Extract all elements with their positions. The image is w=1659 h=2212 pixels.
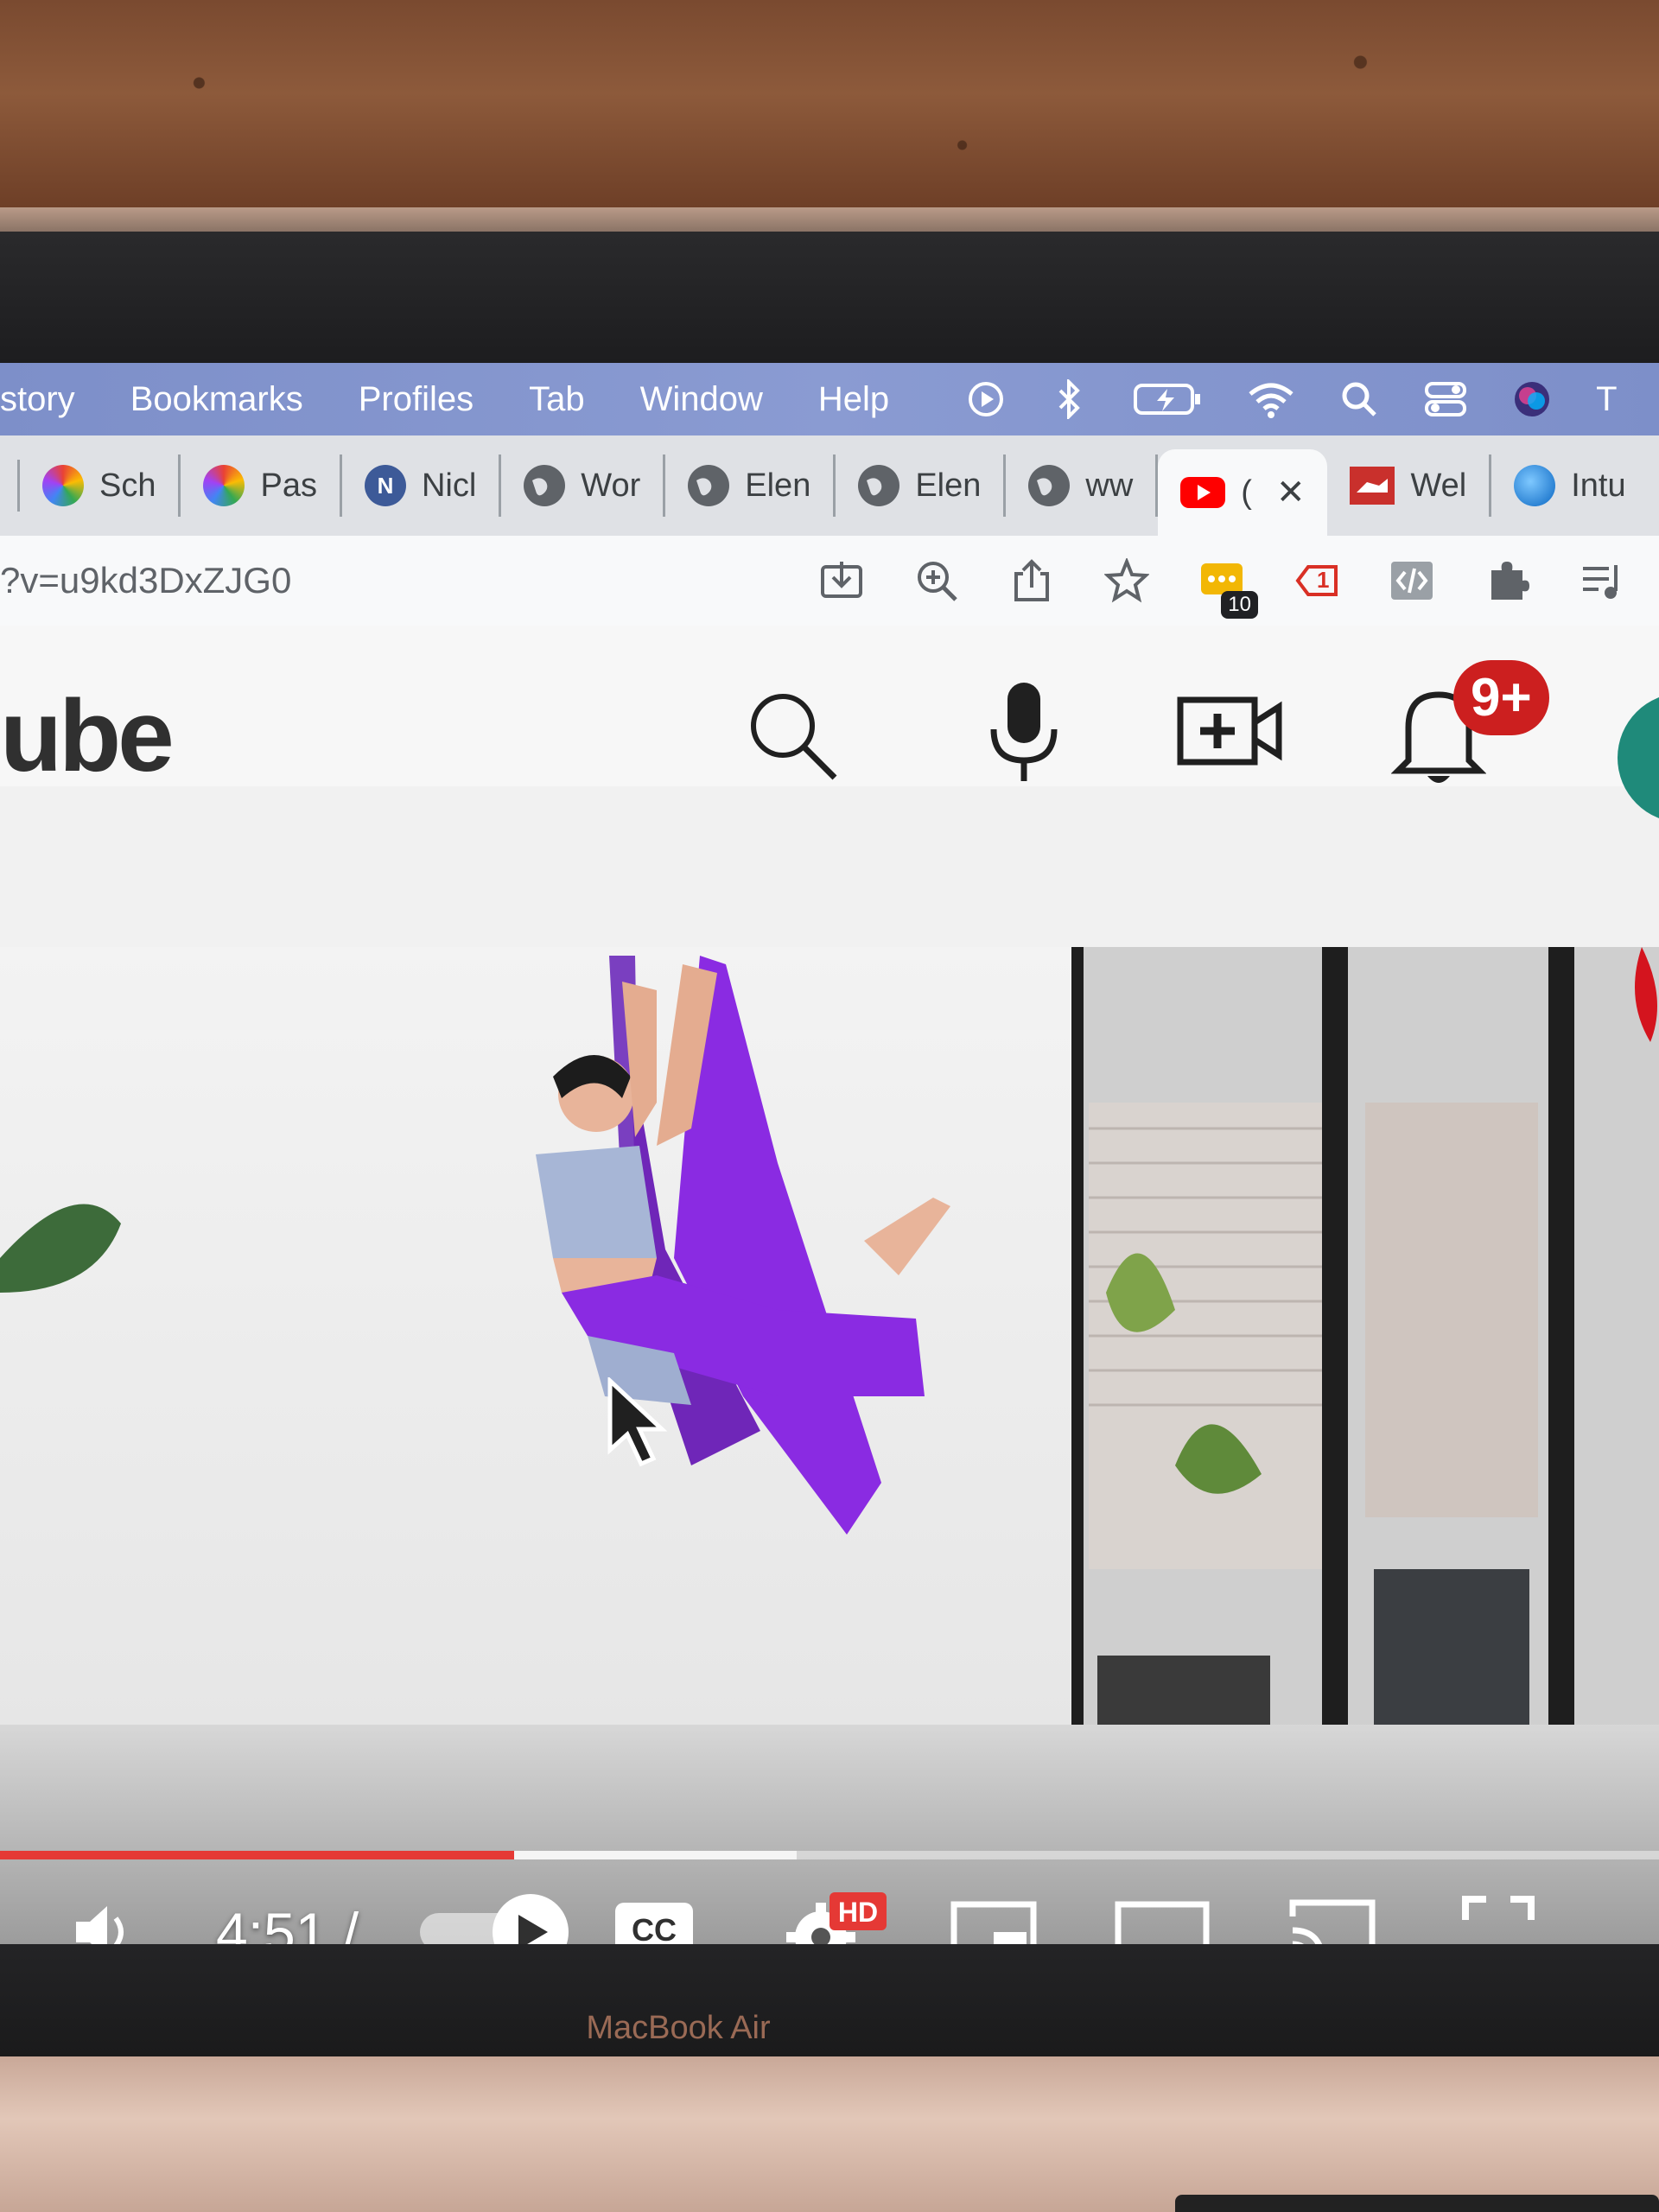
device-label: MacBook Air <box>586 2010 771 2046</box>
youtube-logo[interactable]: ube <box>0 677 175 795</box>
tab-wor[interactable]: Wor <box>501 454 666 517</box>
tab-elen-2[interactable]: Elen <box>836 454 1007 517</box>
bookmark-star-icon[interactable] <box>1104 558 1149 603</box>
aerial-yoga-performer <box>536 956 950 1535</box>
colorful-flower-icon <box>203 465 245 506</box>
extension-badge: 10 <box>1221 591 1258 619</box>
play-circle-icon[interactable] <box>967 380 1005 418</box>
tab-elen-1[interactable]: Elen <box>665 454 836 517</box>
laptop-screen: story Bookmarks Profiles Tab Window Help <box>0 363 1659 1944</box>
toolbar-icons: 10 1 <box>819 558 1659 619</box>
fullscreen-icon[interactable] <box>1460 1894 1536 1944</box>
captions-button[interactable]: CC <box>613 1901 695 1944</box>
globe-icon <box>858 465 900 506</box>
browser-tab-strip: Sch Pas N Nicl Wor Elen Elen ww (✕ Wel … <box>0 435 1659 536</box>
tab-youtube-active[interactable]: ( ✕ <box>1158 449 1328 536</box>
tab-close-icon[interactable]: ✕ <box>1276 473 1306 512</box>
menu-items: story Bookmarks Profiles Tab Window Help <box>0 380 889 419</box>
mouse-cursor-icon <box>607 1377 668 1467</box>
battery-charging-icon[interactable] <box>1133 380 1202 418</box>
n-logo-icon: N <box>364 465 406 506</box>
tab-intu[interactable]: Intu <box>1491 454 1648 517</box>
wooden-desk-background <box>0 0 1659 207</box>
globe-icon <box>1028 465 1071 506</box>
current-time: 4:51 / <box>216 1901 359 1944</box>
siri-icon[interactable] <box>1513 380 1551 418</box>
extension-chat-icon[interactable]: 10 <box>1199 558 1258 619</box>
globe-icon <box>524 465 566 506</box>
tab-nick[interactable]: N Nicl <box>342 454 502 517</box>
tab-label: ww <box>1085 467 1134 504</box>
video-progress-bar[interactable] <box>0 1849 1659 1861</box>
autoplay-toggle[interactable] <box>416 1889 572 1944</box>
zoom-icon[interactable] <box>914 558 959 603</box>
tab-separator <box>0 460 20 512</box>
menu-help[interactable]: Help <box>818 380 889 419</box>
menu-profiles[interactable]: Profiles <box>359 380 474 419</box>
microphone-icon[interactable] <box>985 679 1063 791</box>
keyboard-edge <box>1175 2195 1659 2212</box>
notification-count-badge: 9+ <box>1453 660 1549 735</box>
player-controls: 4:51 / CC HD <box>0 1885 1659 1944</box>
tab-label: Intu <box>1571 467 1626 504</box>
create-video-icon[interactable] <box>1177 695 1284 772</box>
share-icon[interactable] <box>1009 558 1054 603</box>
control-center-icon[interactable] <box>1423 380 1468 418</box>
youtube-header: ube 9+ <box>0 626 1659 823</box>
bluetooth-icon[interactable] <box>1050 379 1088 419</box>
tab-www[interactable]: ww <box>1006 454 1159 517</box>
code-extension-icon[interactable] <box>1389 558 1434 603</box>
cc-label: CC <box>632 1912 677 1944</box>
url-field[interactable]: ?v=u9kd3DxZJG0 <box>0 560 819 601</box>
tab-sch[interactable]: Sch <box>20 454 181 517</box>
media-playlist-icon[interactable] <box>1580 558 1624 603</box>
tab-label: ( <box>1241 474 1252 511</box>
globe-icon <box>688 465 730 506</box>
search-icon[interactable] <box>745 688 840 787</box>
tab-label: Wor <box>581 467 641 504</box>
progress-played <box>0 1851 514 1859</box>
account-avatar[interactable] <box>1618 693 1659 823</box>
tab-label: Sch <box>99 467 156 504</box>
tag-badge: 1 <box>1317 567 1330 593</box>
volume-icon[interactable] <box>69 1897 138 1944</box>
video-frame-room <box>1071 947 1659 1742</box>
tab-pas[interactable]: Pas <box>181 454 342 517</box>
menu-tab[interactable]: Tab <box>529 380 585 419</box>
tab-label: Nicl <box>421 467 477 504</box>
settings-gear-icon[interactable]: HD <box>786 1891 888 1944</box>
extensions-puzzle-icon[interactable] <box>1484 558 1529 603</box>
colorful-flower-icon <box>42 465 84 506</box>
blue-circle-icon <box>1514 465 1556 506</box>
menu-window[interactable]: Window <box>640 380 763 419</box>
hd-label: HD <box>838 1897 878 1928</box>
tab-wel[interactable]: Wel <box>1327 454 1492 517</box>
menu-history[interactable]: story <box>0 380 75 419</box>
tab-label: Pas <box>260 467 317 504</box>
theater-mode-icon[interactable] <box>1115 1901 1210 1944</box>
cast-icon[interactable] <box>1287 1897 1377 1944</box>
macos-menu-bar: story Bookmarks Profiles Tab Window Help <box>0 363 1659 435</box>
youtube-icon <box>1180 477 1226 508</box>
video-player[interactable]: 4:51 / CC HD <box>0 947 1659 1944</box>
screen-top-bezel <box>0 232 1659 363</box>
laptop-lid-edge <box>0 207 1659 232</box>
laptop-base <box>0 2056 1659 2212</box>
tab-label: Elen <box>745 467 811 504</box>
wifi-icon[interactable] <box>1247 380 1295 418</box>
tab-label: Elen <box>915 467 982 504</box>
leaf-decoration <box>0 1204 121 1293</box>
menu-overflow-letter: T <box>1596 379 1618 418</box>
miniplayer-icon[interactable] <box>950 1901 1037 1944</box>
menu-bookmarks[interactable]: Bookmarks <box>130 380 303 419</box>
tab-label: Wel <box>1410 467 1467 504</box>
install-app-icon[interactable] <box>819 558 864 603</box>
address-bar: ?v=u9kd3DxZJG0 10 1 <box>0 536 1659 628</box>
tag-extension-icon[interactable]: 1 <box>1294 558 1339 603</box>
spotlight-search-icon[interactable] <box>1340 380 1378 418</box>
dog-logo-icon <box>1350 467 1395 505</box>
menu-status-icons: T <box>967 379 1618 419</box>
